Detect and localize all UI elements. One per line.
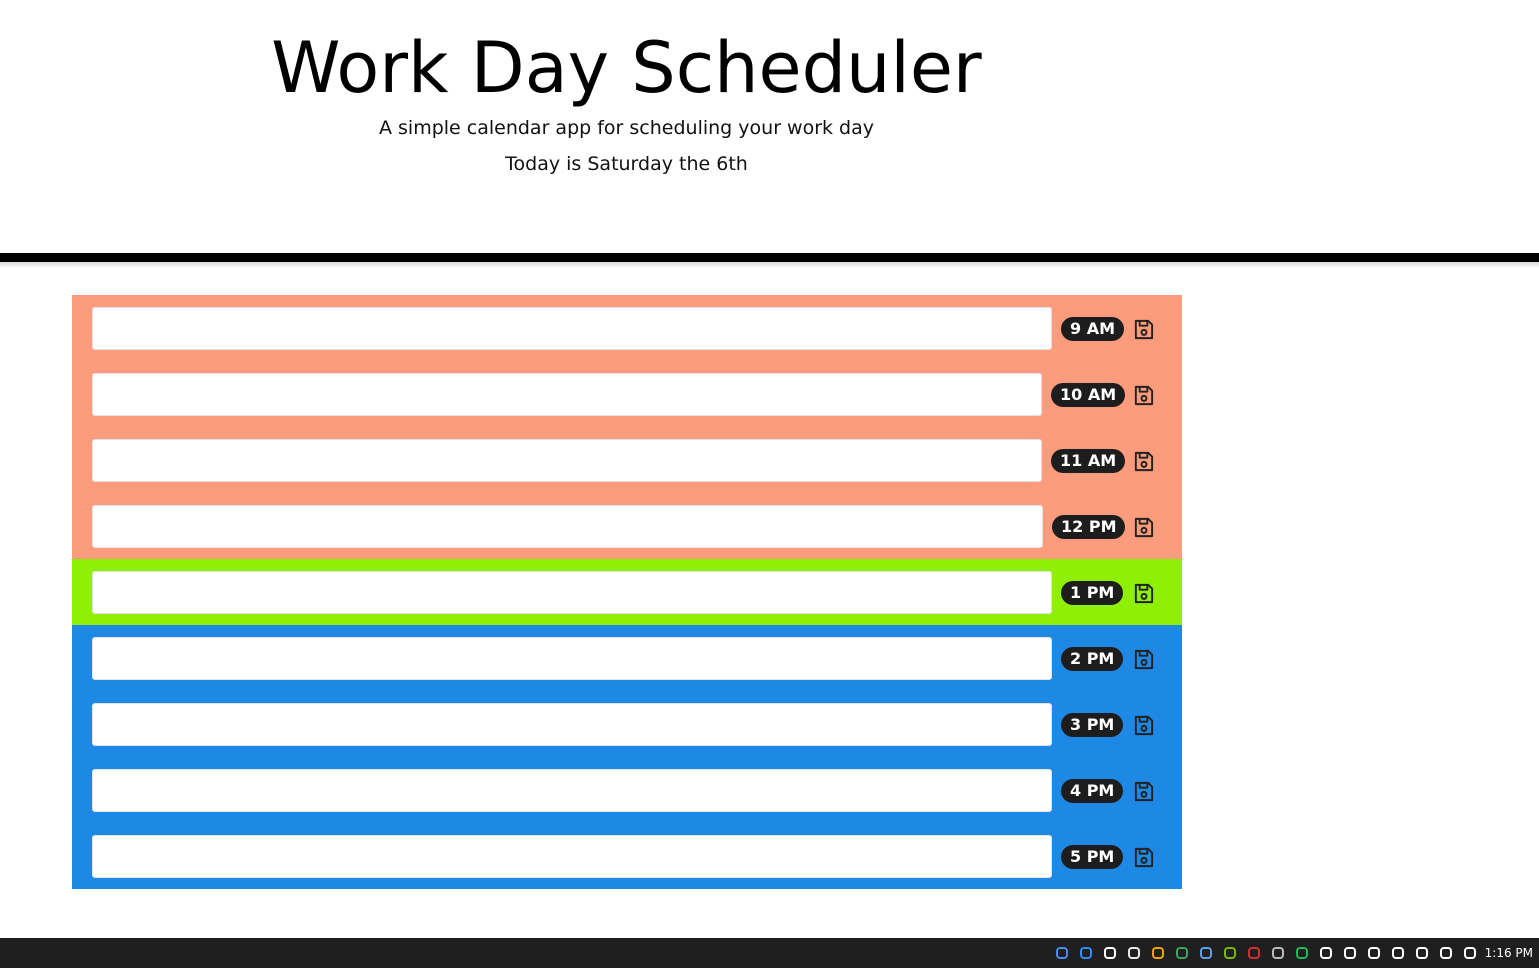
usb-icon[interactable] bbox=[1341, 944, 1359, 962]
network-icon[interactable] bbox=[1437, 944, 1455, 962]
save-button[interactable] bbox=[1132, 516, 1155, 539]
red-app-icon[interactable] bbox=[1245, 944, 1263, 962]
hour-label: 9 AM bbox=[1061, 317, 1125, 341]
search-tool-icon[interactable] bbox=[1149, 944, 1167, 962]
save-button[interactable] bbox=[1132, 648, 1155, 671]
time-block-row: 3 PM bbox=[72, 691, 1182, 757]
google-icon[interactable] bbox=[1053, 944, 1071, 962]
task-input[interactable] bbox=[92, 769, 1052, 812]
header-divider-shadow bbox=[0, 262, 1539, 268]
hour-label: 5 PM bbox=[1061, 845, 1124, 869]
floppy-disk-icon bbox=[1132, 318, 1155, 341]
scheduler-page: Work Day Scheduler A simple calendar app… bbox=[0, 0, 1539, 968]
task-input[interactable] bbox=[92, 835, 1052, 878]
time-block-row: 5 PM bbox=[72, 823, 1182, 889]
header-divider bbox=[0, 253, 1539, 262]
page-title: Work Day Scheduler bbox=[271, 27, 982, 109]
battery-icon[interactable] bbox=[1413, 944, 1431, 962]
zoom-icon[interactable] bbox=[1077, 944, 1095, 962]
schedule-container: 9 AM 10 AM 11 AM 12 PM 1 PM 2 PM 3 PM 4 PM 5 PM bbox=[72, 295, 1182, 889]
task-input[interactable] bbox=[92, 703, 1052, 746]
task-input[interactable] bbox=[92, 637, 1052, 680]
taskbar-clock[interactable]: 1:16 PM bbox=[1485, 938, 1533, 968]
hour-label: 10 AM bbox=[1051, 383, 1126, 407]
time-block-row: 2 PM bbox=[72, 625, 1182, 691]
time-block-row: 10 AM bbox=[72, 361, 1182, 427]
floppy-disk-icon bbox=[1132, 516, 1155, 539]
header: Work Day Scheduler A simple calendar app… bbox=[0, 0, 1253, 253]
time-block-row: 4 PM bbox=[72, 757, 1182, 823]
spotify-icon[interactable] bbox=[1293, 944, 1311, 962]
save-button[interactable] bbox=[1132, 846, 1155, 869]
hour-label: 2 PM bbox=[1061, 647, 1124, 671]
obs-icon[interactable] bbox=[1101, 944, 1119, 962]
nvidia-icon[interactable] bbox=[1221, 944, 1239, 962]
time-block-row: 1 PM bbox=[72, 559, 1182, 625]
floppy-disk-icon bbox=[1132, 846, 1155, 869]
floppy-disk-icon bbox=[1132, 450, 1155, 473]
hour-label: 1 PM bbox=[1061, 581, 1124, 605]
floppy-disk-icon bbox=[1132, 714, 1155, 737]
volume-icon[interactable] bbox=[1461, 944, 1479, 962]
save-button[interactable] bbox=[1132, 780, 1155, 803]
floppy-disk-icon bbox=[1132, 648, 1155, 671]
task-input[interactable] bbox=[92, 571, 1052, 614]
task-input[interactable] bbox=[92, 307, 1052, 350]
hour-label: 3 PM bbox=[1061, 713, 1124, 737]
taskbar: 1:16 PM bbox=[0, 938, 1539, 968]
current-day: Today is Saturday the 6th bbox=[505, 153, 748, 175]
save-button[interactable] bbox=[1132, 450, 1155, 473]
save-button[interactable] bbox=[1132, 714, 1155, 737]
slack-icon[interactable] bbox=[1125, 944, 1143, 962]
keyboard-icon[interactable] bbox=[1269, 944, 1287, 962]
task-input[interactable] bbox=[92, 505, 1043, 548]
wacom-icon[interactable] bbox=[1197, 944, 1215, 962]
hour-label: 4 PM bbox=[1061, 779, 1124, 803]
floppy-disk-icon bbox=[1132, 582, 1155, 605]
wifi-off-icon[interactable] bbox=[1389, 944, 1407, 962]
floppy-disk-icon bbox=[1132, 780, 1155, 803]
system-tray bbox=[1053, 944, 1479, 962]
time-block-row: 9 AM bbox=[72, 295, 1182, 361]
hour-label: 11 AM bbox=[1051, 449, 1126, 473]
defender-icon[interactable] bbox=[1365, 944, 1383, 962]
save-button[interactable] bbox=[1132, 384, 1155, 407]
page-subtitle: A simple calendar app for scheduling you… bbox=[378, 117, 875, 139]
microphone-icon[interactable] bbox=[1317, 944, 1335, 962]
floppy-disk-icon bbox=[1132, 384, 1155, 407]
task-input[interactable] bbox=[92, 439, 1042, 482]
time-block-row: 11 AM bbox=[72, 427, 1182, 493]
wps-icon[interactable] bbox=[1173, 944, 1191, 962]
save-button[interactable] bbox=[1132, 582, 1155, 605]
time-block-row: 12 PM bbox=[72, 493, 1182, 559]
hour-label: 12 PM bbox=[1052, 515, 1126, 539]
save-button[interactable] bbox=[1132, 318, 1155, 341]
task-input[interactable] bbox=[92, 373, 1042, 416]
